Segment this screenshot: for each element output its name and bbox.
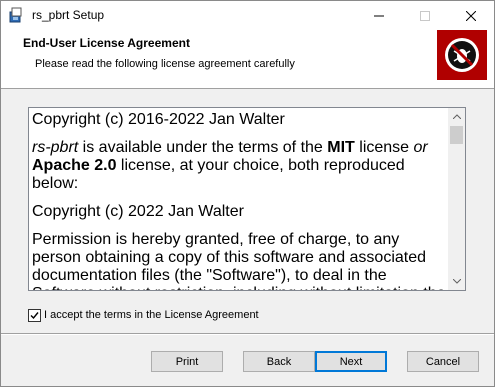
scroll-up-button[interactable] bbox=[448, 108, 465, 125]
installer-icon bbox=[8, 7, 24, 23]
no-bug-logo-icon bbox=[437, 30, 487, 80]
setup-window: rs_pbrt Setup End-User License Agreement… bbox=[0, 0, 495, 387]
minimize-button[interactable] bbox=[356, 1, 402, 30]
print-button[interactable]: Print bbox=[151, 351, 223, 372]
page-title: End-User License Agreement bbox=[23, 36, 190, 50]
close-button[interactable] bbox=[448, 1, 494, 30]
accept-label[interactable]: I accept the terms in the License Agreem… bbox=[44, 309, 259, 321]
minimize-icon bbox=[374, 15, 384, 16]
banner: End-User License Agreement Please read t… bbox=[1, 30, 494, 89]
scroll-down-button[interactable] bbox=[448, 273, 465, 290]
maximize-icon bbox=[420, 10, 430, 21]
page-subtitle: Please read the following license agreem… bbox=[35, 58, 295, 70]
license-paragraph: Copyright (c) 2022 Jan Walter bbox=[32, 203, 244, 220]
license-paragraph: rs-pbrt is available under the terms of … bbox=[32, 139, 428, 192]
vertical-scrollbar[interactable] bbox=[448, 108, 465, 290]
chevron-down-icon bbox=[452, 279, 461, 284]
close-icon bbox=[466, 10, 476, 21]
checkmark-icon bbox=[30, 311, 39, 319]
back-button[interactable]: Back bbox=[243, 351, 315, 372]
license-paragraph: Copyright (c) 2016-2022 Jan Walter bbox=[32, 111, 285, 128]
next-button[interactable]: Next bbox=[315, 351, 387, 372]
maximize-button[interactable] bbox=[402, 1, 448, 30]
license-paragraph: Permission is hereby granted, free of ch… bbox=[32, 231, 446, 290]
accept-terms[interactable]: I accept the terms in the License Agreem… bbox=[28, 307, 259, 323]
window-title: rs_pbrt Setup bbox=[32, 8, 105, 22]
chevron-up-icon bbox=[452, 114, 461, 119]
separator bbox=[1, 333, 494, 335]
title-bar[interactable]: rs_pbrt Setup bbox=[1, 1, 494, 30]
license-textbox[interactable]: Copyright (c) 2016-2022 Jan Walter rs-pb… bbox=[28, 107, 466, 291]
scroll-thumb[interactable] bbox=[450, 126, 463, 144]
accept-checkbox[interactable] bbox=[28, 308, 41, 322]
cancel-button[interactable]: Cancel bbox=[407, 351, 479, 372]
license-text: Copyright (c) 2016-2022 Jan Walter rs-pb… bbox=[32, 108, 446, 290]
